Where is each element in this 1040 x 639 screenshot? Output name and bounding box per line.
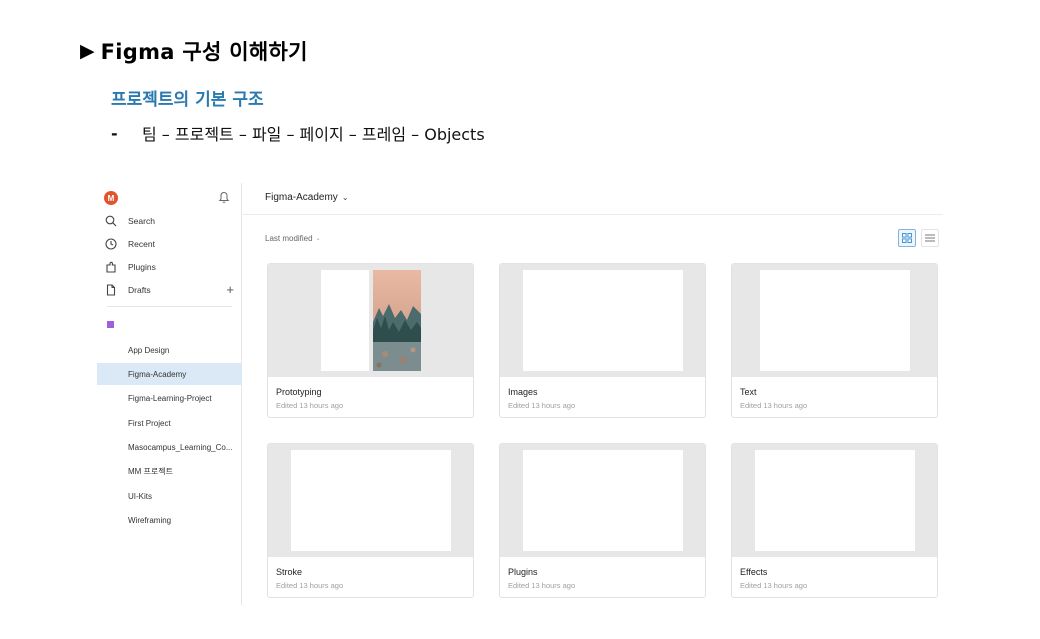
list-icon bbox=[925, 234, 935, 242]
sidebar-item-plugins[interactable]: Plugins bbox=[104, 258, 234, 276]
grid-icon bbox=[902, 233, 912, 243]
sidebar-item-label: Drafts bbox=[128, 285, 151, 295]
file-icon bbox=[104, 283, 118, 297]
bell-icon[interactable] bbox=[218, 191, 230, 204]
sidebar-divider bbox=[107, 306, 232, 307]
sidebar-project-first-project[interactable]: First Project bbox=[97, 412, 242, 434]
file-card-effects[interactable]: Effects Edited 13 hours ago bbox=[731, 443, 938, 598]
file-thumbnail bbox=[500, 444, 705, 557]
sidebar-project-masocampus[interactable]: Masocampus_Learning_Co... bbox=[97, 436, 242, 458]
file-edited-time: Edited 13 hours ago bbox=[508, 581, 576, 590]
sort-dropdown[interactable]: Last modified ⌄ bbox=[265, 234, 321, 243]
landscape-photo-icon bbox=[373, 270, 421, 371]
file-card-plugins[interactable]: Plugins Edited 13 hours ago bbox=[499, 443, 706, 598]
frame-preview bbox=[523, 450, 683, 551]
figma-file-browser: M Search Recent Plugins Drafts + App Des… bbox=[97, 183, 943, 605]
sidebar-item-recent[interactable]: Recent bbox=[104, 235, 234, 253]
file-card-text[interactable]: Text Edited 13 hours ago bbox=[731, 263, 938, 418]
add-draft-icon[interactable]: + bbox=[226, 282, 234, 298]
sidebar-item-search[interactable]: Search bbox=[104, 212, 234, 230]
team-icon[interactable] bbox=[107, 321, 114, 328]
sort-label: Last modified bbox=[265, 234, 313, 243]
triangle-bullet-icon: ▶ bbox=[80, 40, 95, 62]
frame-preview bbox=[321, 270, 369, 371]
frame-preview bbox=[523, 270, 683, 371]
clock-icon bbox=[104, 237, 118, 251]
file-card-stroke[interactable]: Stroke Edited 13 hours ago bbox=[267, 443, 474, 598]
file-name: Stroke bbox=[276, 567, 303, 577]
file-edited-time: Edited 13 hours ago bbox=[508, 401, 576, 410]
file-name: Images bbox=[508, 387, 538, 397]
sidebar-item-label: Plugins bbox=[128, 262, 156, 272]
file-thumbnail bbox=[268, 444, 473, 557]
project-title: Figma-Academy bbox=[265, 192, 338, 203]
slide-title: ▶ Figma 구성 이해하기 bbox=[80, 36, 308, 66]
slide-bullet: - 팀 – 프로젝트 – 파일 – 페이지 – 프레임 – Objects bbox=[111, 121, 485, 145]
file-thumbnail bbox=[732, 264, 937, 377]
sidebar-item-drafts[interactable]: Drafts + bbox=[104, 281, 234, 299]
bullet-dash: - bbox=[111, 123, 118, 143]
file-card-prototyping[interactable]: Prototyping Edited 13 hours ago bbox=[267, 263, 474, 418]
chevron-down-icon: ⌄ bbox=[341, 193, 349, 202]
file-edited-time: Edited 13 hours ago bbox=[740, 581, 808, 590]
sidebar-project-app-design[interactable]: App Design bbox=[97, 339, 242, 361]
file-thumbnail bbox=[732, 444, 937, 557]
file-thumbnail bbox=[268, 264, 473, 377]
file-name: Plugins bbox=[508, 567, 538, 577]
frame-preview bbox=[760, 270, 910, 371]
file-name: Effects bbox=[740, 567, 768, 577]
sidebar: M Search Recent Plugins Drafts + App Des… bbox=[97, 183, 242, 605]
slide-subtitle: 프로젝트의 기본 구조 bbox=[111, 90, 264, 110]
header-bar: Figma-Academy ⌄ bbox=[243, 183, 943, 215]
sidebar-project-figma-academy[interactable]: Figma-Academy bbox=[97, 363, 242, 385]
chevron-down-icon: ⌄ bbox=[315, 236, 321, 242]
file-name: Prototyping bbox=[276, 387, 322, 397]
sidebar-project-ui-kits[interactable]: UI-Kits bbox=[97, 485, 242, 507]
sidebar-project-mm[interactable]: MM 프로젝트 bbox=[97, 460, 242, 482]
list-view-button[interactable] bbox=[921, 229, 939, 247]
sidebar-project-figma-learning-project[interactable]: Figma-Learning-Project bbox=[97, 387, 242, 409]
sidebar-project-wireframing[interactable]: Wireframing bbox=[97, 509, 242, 531]
frame-preview bbox=[755, 450, 915, 551]
slide-title-text: Figma 구성 이해하기 bbox=[100, 40, 308, 64]
grid-view-button[interactable] bbox=[898, 229, 916, 247]
sidebar-item-label: Search bbox=[128, 216, 155, 226]
file-card-images[interactable]: Images Edited 13 hours ago bbox=[499, 263, 706, 418]
search-icon bbox=[104, 214, 118, 228]
avatar[interactable]: M bbox=[104, 191, 118, 205]
plugin-icon bbox=[104, 260, 118, 274]
frame-preview bbox=[291, 450, 451, 551]
file-edited-time: Edited 13 hours ago bbox=[276, 581, 344, 590]
file-edited-time: Edited 13 hours ago bbox=[740, 401, 808, 410]
file-thumbnail bbox=[500, 264, 705, 377]
project-title-dropdown[interactable]: Figma-Academy ⌄ bbox=[265, 192, 349, 203]
sidebar-item-label: Recent bbox=[128, 239, 155, 249]
file-name: Text bbox=[740, 387, 757, 397]
file-edited-time: Edited 13 hours ago bbox=[276, 401, 344, 410]
bullet-text: 팀 – 프로젝트 – 파일 – 페이지 – 프레임 – Objects bbox=[142, 125, 485, 144]
